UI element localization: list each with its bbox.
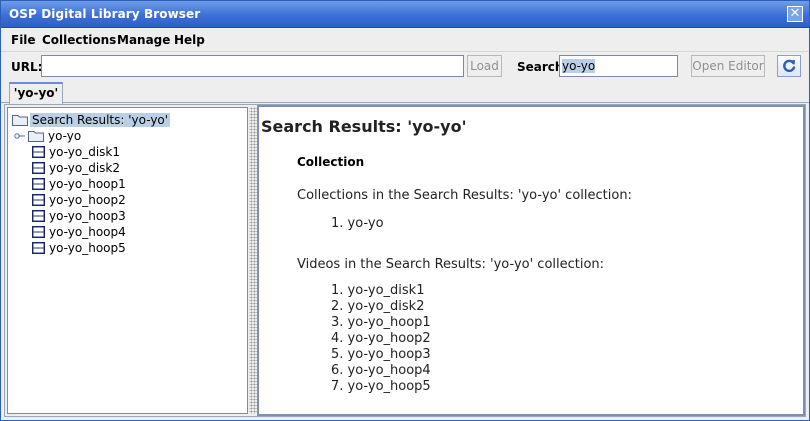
menu-file[interactable]: File <box>11 33 36 47</box>
load-button[interactable]: Load <box>467 55 502 77</box>
doc-video-item[interactable]: 4. yo-yo_hoop2 <box>331 331 431 346</box>
app-window: OSP Digital Library Browser ✕ File Colle… <box>0 0 810 421</box>
tab-strip: 'yo-yo' <box>1 82 809 104</box>
tree-folder[interactable]: yo-yo <box>14 128 83 143</box>
search-input-text: yo-yo <box>562 59 596 73</box>
video-icon <box>32 161 45 174</box>
folder-icon <box>12 115 28 126</box>
doc-video-item[interactable]: 2. yo-yo_disk2 <box>331 299 424 314</box>
tree-root-label: Search Results: 'yo-yo' <box>30 112 171 127</box>
url-label: URL: <box>11 60 43 74</box>
tree-video-item[interactable]: yo-yo_hoop3 <box>32 208 128 223</box>
tree-video-item[interactable]: yo-yo_hoop5 <box>32 240 128 255</box>
tree-video-label: yo-yo_disk1 <box>49 144 121 159</box>
tree-video-item[interactable]: yo-yo_hoop2 <box>32 192 128 207</box>
video-icon <box>32 241 45 254</box>
tree-video-item[interactable]: yo-yo_disk1 <box>32 144 122 159</box>
tree-video-label: yo-yo_hoop5 <box>49 240 126 255</box>
menu-bar: File Collections Manage Help <box>1 28 809 52</box>
doc-video-item[interactable]: 1. yo-yo_disk1 <box>331 283 424 298</box>
tree-video-label: yo-yo_hoop2 <box>49 192 126 207</box>
tree-video-item[interactable]: yo-yo_disk2 <box>32 160 122 175</box>
video-icon <box>32 177 45 190</box>
doc-video-item[interactable]: 5. yo-yo_hoop3 <box>331 347 431 362</box>
video-icon <box>32 209 45 222</box>
tree-video-item[interactable]: yo-yo_hoop1 <box>32 176 128 191</box>
tree-video-item[interactable]: yo-yo_hoop4 <box>32 224 128 239</box>
tree-video-label: yo-yo_hoop1 <box>49 176 126 191</box>
close-icon[interactable]: ✕ <box>787 6 803 22</box>
video-icon <box>32 145 45 158</box>
doc-video-item[interactable]: 7. yo-yo_hoop5 <box>331 379 431 394</box>
refresh-button[interactable] <box>777 55 801 77</box>
doc-title: Search Results: 'yo-yo' <box>261 117 467 136</box>
folder-icon <box>28 131 44 142</box>
tree-video-label: yo-yo_hoop3 <box>49 208 126 223</box>
content-area: Search Results: 'yo-yo' yo-yo yo-yo_disk… <box>4 104 806 417</box>
refresh-icon <box>783 59 796 73</box>
tab-yo-yo[interactable]: 'yo-yo' <box>9 82 63 104</box>
menu-help[interactable]: Help <box>174 33 205 47</box>
video-icon <box>32 193 45 206</box>
search-label: Search <box>517 60 564 74</box>
doc-collection-item[interactable]: 1. yo-yo <box>331 216 384 231</box>
window-title: OSP Digital Library Browser <box>9 7 201 21</box>
tree-folder-label: yo-yo <box>48 128 82 143</box>
open-editor-button[interactable]: Open Editor <box>691 55 765 77</box>
doc-video-item[interactable]: 3. yo-yo_hoop1 <box>331 315 431 330</box>
tree-expand-handle-icon[interactable] <box>14 131 26 141</box>
doc-video-item[interactable]: 6. yo-yo_hoop4 <box>331 363 431 378</box>
url-input[interactable] <box>41 55 464 77</box>
menu-collections[interactable]: Collections <box>42 33 116 47</box>
tree-root[interactable]: Search Results: 'yo-yo' <box>12 112 171 127</box>
tree-video-label: yo-yo_disk2 <box>49 160 121 175</box>
menu-manage[interactable]: Manage <box>117 33 170 47</box>
tree-video-label: yo-yo_hoop4 <box>49 224 126 239</box>
toolbar: URL: Load Search yo-yo Open Editor <box>1 52 809 82</box>
html-view-panel[interactable]: Search Results: 'yo-yo' Collection Colle… <box>257 105 805 416</box>
doc-collections-intro: Collections in the Search Results: 'yo-y… <box>297 188 632 203</box>
doc-videos-intro: Videos in the Search Results: 'yo-yo' co… <box>297 257 605 272</box>
search-input[interactable]: yo-yo <box>559 55 678 77</box>
split-pane-divider[interactable] <box>249 107 257 414</box>
doc-subtitle: Collection <box>297 155 365 169</box>
video-icon <box>32 225 45 238</box>
tree-panel[interactable]: Search Results: 'yo-yo' yo-yo yo-yo_disk… <box>7 107 248 414</box>
title-bar[interactable]: OSP Digital Library Browser ✕ <box>1 1 809 28</box>
